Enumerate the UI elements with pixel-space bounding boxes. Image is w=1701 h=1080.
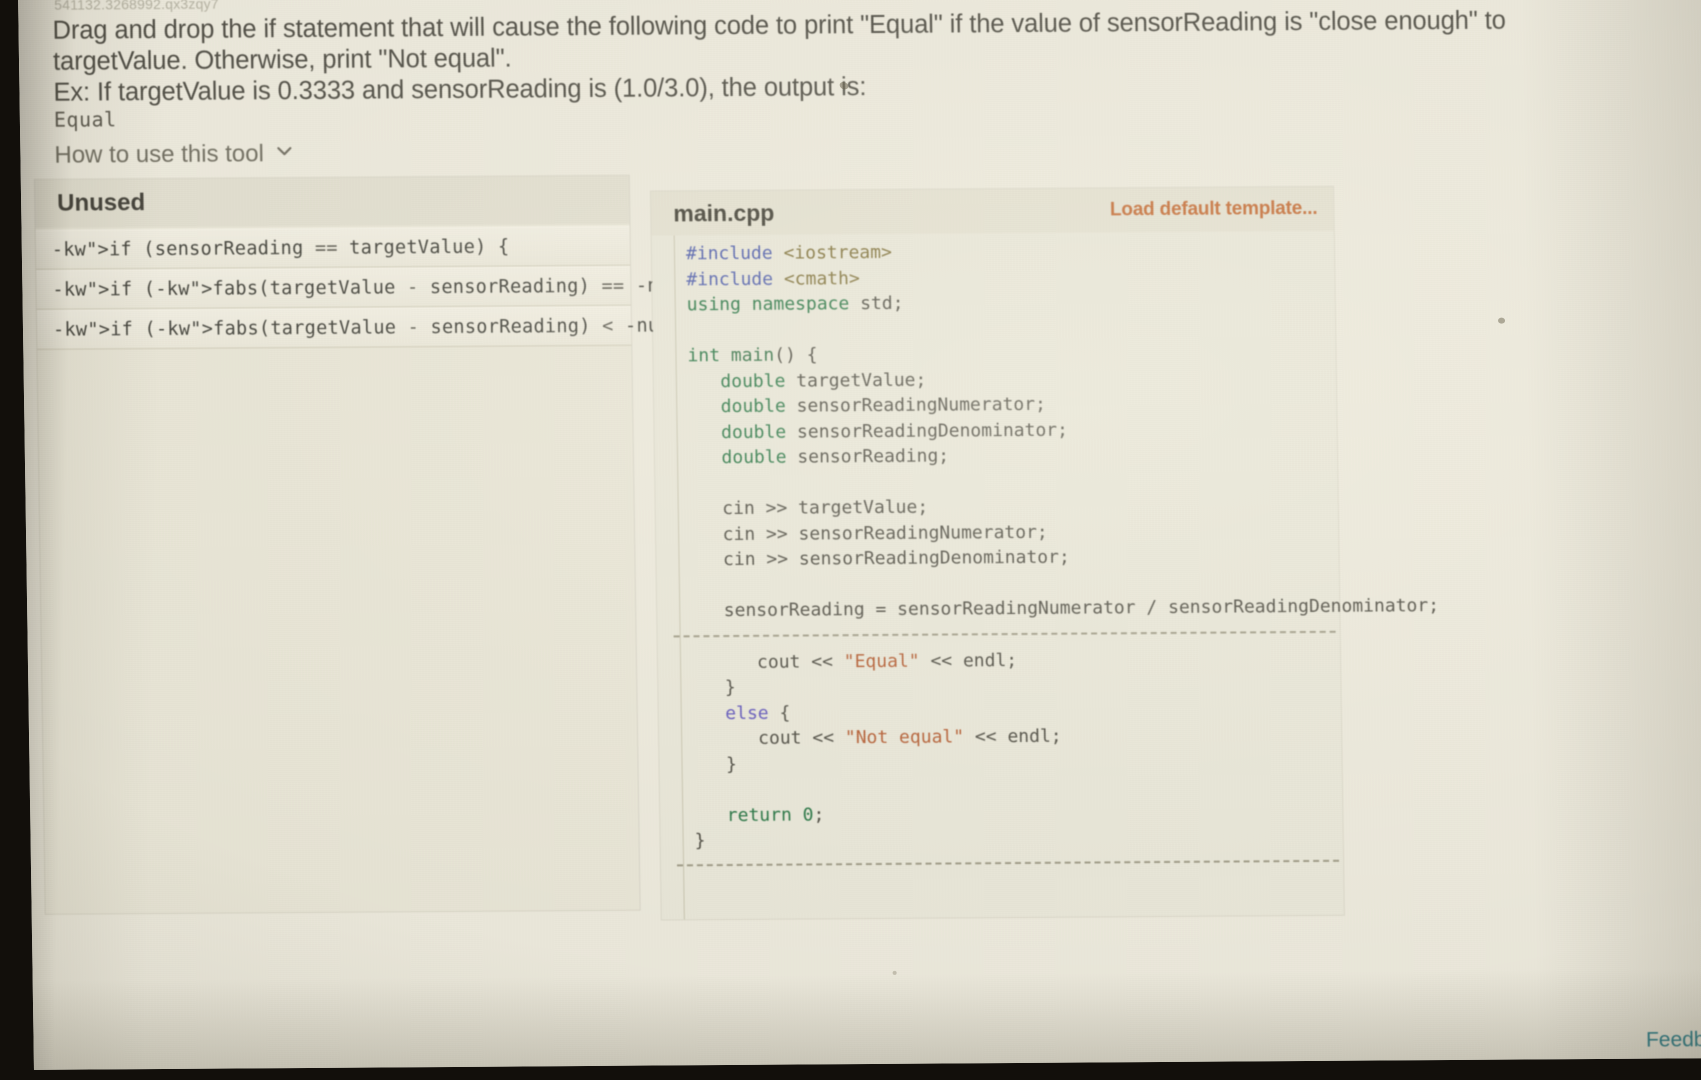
unused-block-row[interactable]: -kw">if (-kw">fabs(targetValue - sensorR… [37, 306, 632, 350]
unused-block-row[interactable]: -kw">if (sensorReading == targetValue) { [36, 226, 631, 270]
how-to-use-this-tool-label: How to use this tool [54, 140, 264, 169]
unused-block-code: -kw">if (sensorReading == targetValue) { [52, 236, 510, 260]
filename-label: main.cpp [673, 199, 774, 227]
unused-blocks-panel: Unused -kw">if (sensorReading == targetV… [35, 176, 640, 914]
code-content[interactable]: #include <iostream>#include <cmath>using… [668, 237, 1344, 906]
instruction-text: Drag and drop the if statement that will… [52, 5, 1613, 78]
load-default-template-link[interactable]: Load default template... [1110, 198, 1318, 221]
code-dropzone[interactable] [673, 619, 1339, 650]
example-output-text: Equal [54, 107, 117, 131]
code-editor-panel: main.cpp Load default template... #inclu… [651, 187, 1344, 920]
exercise-id: 541132.3268992.qx3zqy7 [54, 0, 219, 13]
chevron-down-icon [276, 142, 294, 160]
how-to-use-this-tool-toggle[interactable]: How to use this tool [54, 140, 294, 170]
monitor-surface: 541132.3268992.qx3zqy7 Drag and drop the… [18, 0, 1701, 1070]
unused-blocks-list: -kw">if (sensorReading == targetValue) {… [36, 226, 632, 350]
zybooks-exercise-page: 541132.3268992.qx3zqy7 Drag and drop the… [18, 0, 1701, 1070]
photographed-screen: 541132.3268992.qx3zqy7 Drag and drop the… [0, 0, 1701, 1080]
feedback-link[interactable]: Feedbac [1646, 1028, 1701, 1053]
code-dropzone[interactable] [677, 849, 1344, 906]
code-editor-header: main.cpp Load default template... [651, 187, 1334, 236]
unused-panel-header: Unused [35, 176, 630, 228]
unused-block-row[interactable]: -kw">if (-kw">fabs(targetValue - sensorR… [36, 266, 631, 310]
unused-panel-title: Unused [57, 189, 145, 218]
